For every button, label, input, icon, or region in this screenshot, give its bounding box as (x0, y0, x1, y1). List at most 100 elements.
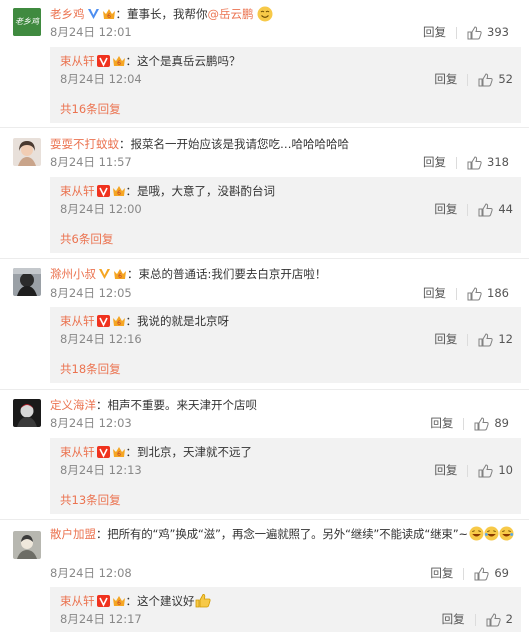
like-count: 12 (498, 332, 513, 346)
reply-username[interactable]: 束从轩 (60, 54, 95, 68)
verified-v-icon (87, 8, 99, 19)
divider (474, 613, 476, 626)
divider (467, 203, 469, 216)
reply-username[interactable]: 束从轩 (60, 445, 95, 459)
reply-button[interactable]: 回复 (423, 24, 446, 41)
reply-text: ：是哦，大意了，没斟酌台词 (125, 184, 276, 198)
more-replies-link[interactable]: 共16条回复 (60, 101, 121, 118)
avatar[interactable] (13, 531, 41, 559)
comment-time: 8月24日 12:08 (50, 566, 132, 580)
reply-button[interactable]: 回复 (434, 462, 457, 479)
reply-username[interactable]: 束从轩 (60, 594, 95, 608)
reply-button[interactable]: 回复 (430, 565, 453, 582)
reply-time: 8月24日 12:16 (60, 332, 142, 346)
like-button[interactable]: 69 (474, 565, 509, 582)
svg-text:6: 6 (117, 600, 121, 607)
sub-reply-box: 束从轩 6 ：是哦，大意了，没斟酌台词 8月24日 12:00 回复 44 共6条回… (50, 177, 521, 253)
like-count: 52 (498, 72, 513, 86)
comment-item: 滁州小叔 6 ：束总的普通话:我们要去白京开店啦！ 8月24日 12:05 回复 1… (0, 259, 529, 389)
like-thumb-icon (474, 416, 489, 430)
divider (467, 464, 469, 477)
reply-time: 8月24日 12:04 (60, 72, 142, 86)
like-button[interactable]: 10 (478, 462, 513, 479)
more-replies-link[interactable]: 共13条回复 (60, 492, 121, 509)
verified-v-icon (99, 268, 110, 279)
like-thumb-icon (478, 463, 493, 477)
comment-item: 散户加盟：把所有的“鸡”换成“滋”，再念一遍就照了。另外“继续”不能读成“继束”… (0, 520, 529, 632)
avatar[interactable]: 老乡鸡 (13, 8, 41, 36)
laugh-emoji (499, 526, 514, 541)
svg-text:6: 6 (107, 13, 111, 20)
like-thumb-icon (478, 72, 493, 86)
thumbs-up-emoji (195, 594, 211, 608)
more-replies-link[interactable]: 共18条回复 (60, 361, 121, 378)
reply-button[interactable]: 回复 (430, 415, 453, 432)
divider (456, 26, 458, 39)
like-count: 89 (494, 416, 509, 430)
comment-text: ：报菜名一开始应该是我请您吃…哈哈哈哈哈 (119, 137, 349, 151)
vip-v-icon (96, 54, 110, 67)
reply-time: 8月24日 12:00 (60, 202, 142, 216)
comment-time: 8月24日 11:57 (50, 155, 132, 169)
avatar[interactable] (13, 138, 41, 166)
vip-v-icon (96, 314, 110, 327)
like-button[interactable]: 318 (467, 154, 509, 171)
reply-text: ：这个建议好 (125, 594, 195, 608)
like-count: 69 (494, 566, 509, 580)
like-count: 393 (487, 25, 509, 39)
svg-text:6: 6 (117, 60, 121, 67)
comment-username[interactable]: 老乡鸡 (50, 7, 85, 21)
reply-button[interactable]: 回复 (423, 285, 446, 302)
like-button[interactable]: 44 (478, 201, 513, 218)
comment-item: 老乡鸡 老乡鸡 6 ：董事长，我帮你@岳云鹏 8月24日 12:01 回复 393 … (0, 0, 529, 127)
comment-username[interactable]: 滁州小叔 (50, 267, 96, 281)
like-button[interactable]: 12 (478, 331, 513, 348)
like-button[interactable]: 2 (486, 611, 513, 628)
more-replies-link[interactable]: 共6条回复 (60, 231, 113, 248)
reply-button[interactable]: 回复 (442, 611, 465, 628)
weibo-comment-list: 老乡鸡 老乡鸡 6 ：董事长，我帮你@岳云鹏 8月24日 12:01 回复 393 … (0, 0, 529, 632)
comment-text: ：董事长，我帮你 (115, 7, 208, 21)
reply-username[interactable]: 束从轩 (60, 184, 95, 198)
comment-text: ：束总的普通话:我们要去白京开店啦！ (127, 267, 327, 281)
avatar[interactable] (13, 268, 41, 296)
like-thumb-icon (467, 286, 482, 300)
laugh-emoji (469, 526, 484, 541)
mention-link[interactable]: @岳云鹏 (208, 7, 254, 21)
comment-time: 8月24日 12:05 (50, 286, 132, 300)
comment-username[interactable]: 散户加盟 (50, 527, 96, 541)
like-thumb-icon (486, 612, 501, 626)
reply-text: ：到北京，天津就不远了 (125, 445, 253, 459)
like-count: 10 (498, 463, 513, 477)
comment-text: ：把所有的“鸡”换成“滋”，再念一遍就照了。另外“继续”不能读成“继束”~ (96, 527, 468, 541)
comment-username[interactable]: 耍耍不打蚊蚊 (50, 137, 119, 151)
comment-username[interactable]: 定义海洋 (50, 398, 96, 412)
vip-crown-icon: 6 (112, 446, 125, 458)
like-button[interactable]: 89 (474, 415, 509, 432)
like-thumb-icon (467, 155, 482, 169)
avatar[interactable] (13, 399, 41, 427)
vip-v-icon (96, 445, 110, 458)
like-button[interactable]: 52 (478, 71, 513, 88)
like-count: 186 (487, 286, 509, 300)
reply-username[interactable]: 束从轩 (60, 314, 95, 328)
reply-button[interactable]: 回复 (434, 201, 457, 218)
vip-crown-icon: 6 (112, 595, 125, 607)
divider (456, 287, 458, 300)
svg-text:6: 6 (117, 190, 121, 197)
like-button[interactable]: 186 (467, 285, 509, 302)
like-count: 318 (487, 155, 509, 169)
vip-crown-icon: 6 (112, 185, 125, 197)
comment-time: 8月24日 12:03 (50, 416, 132, 430)
like-button[interactable]: 393 (467, 24, 509, 41)
comment-item: 耍耍不打蚊蚊：报菜名一开始应该是我请您吃…哈哈哈哈哈 8月24日 11:57 回… (0, 128, 529, 258)
reply-button[interactable]: 回复 (434, 331, 457, 348)
like-thumb-icon (474, 566, 489, 580)
smile-emoji (257, 6, 272, 21)
reply-button[interactable]: 回复 (434, 71, 457, 88)
reply-button[interactable]: 回复 (423, 154, 446, 171)
vip-crown-icon: 6 (114, 268, 126, 280)
svg-text:6: 6 (117, 451, 121, 458)
like-thumb-icon (478, 332, 493, 346)
sub-reply-box: 束从轩 6 ：这个是真岳云鹏吗？ 8月24日 12:04 回复 52 共16条回复 (50, 47, 521, 123)
